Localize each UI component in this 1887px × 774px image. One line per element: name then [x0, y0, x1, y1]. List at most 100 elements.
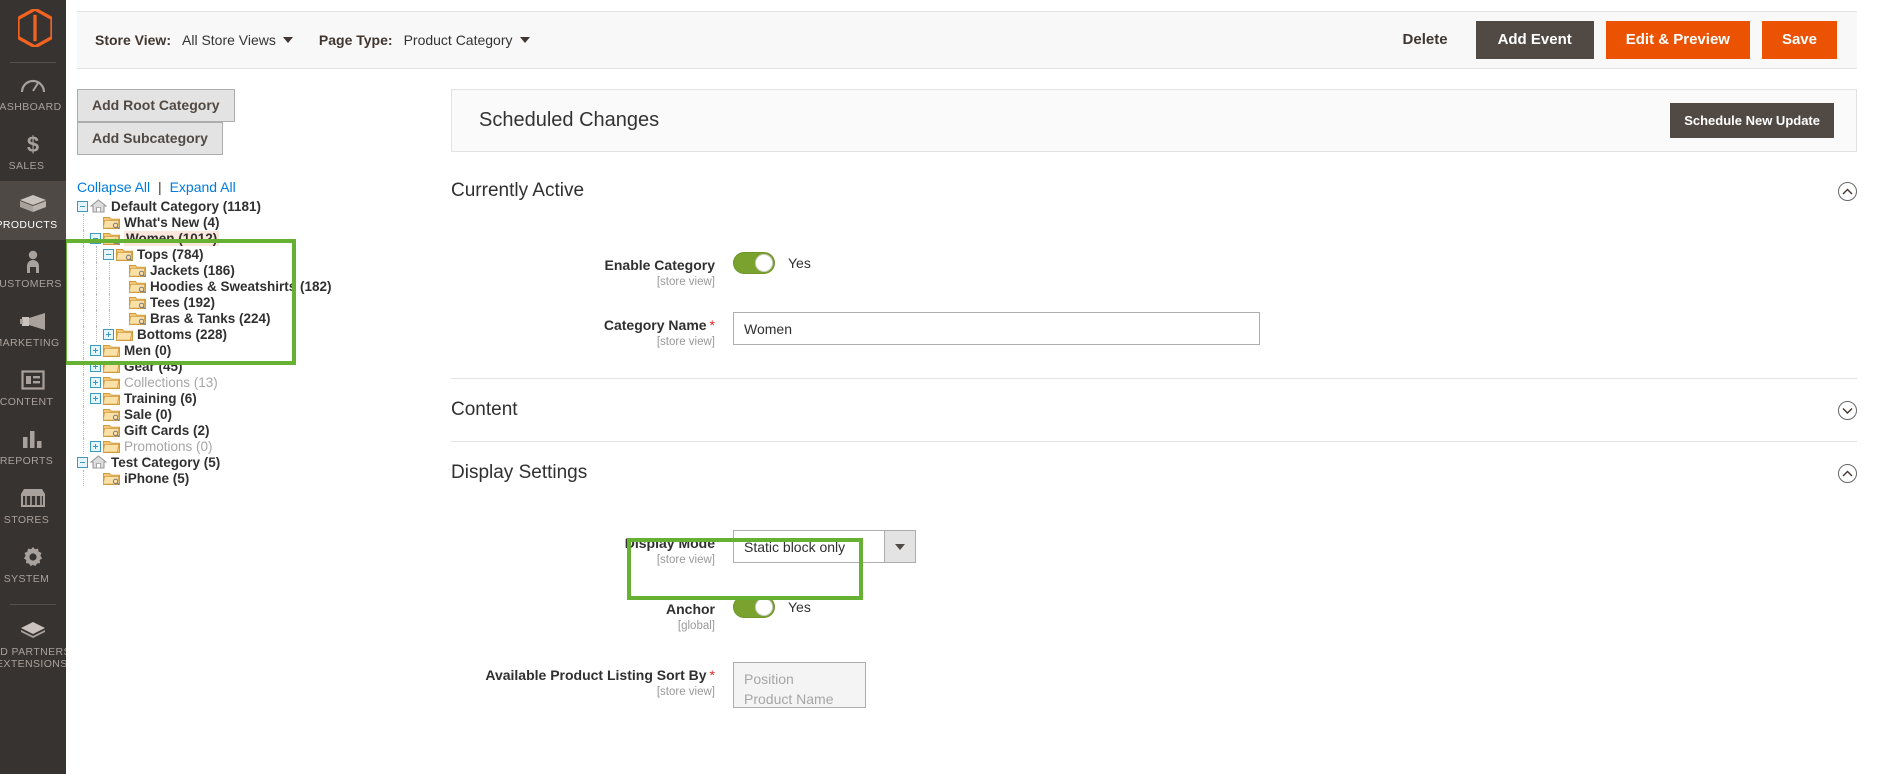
sidebar-item-content[interactable]: CONTENT	[0, 358, 66, 417]
tree-expand-icon[interactable]	[90, 376, 101, 388]
category-name-scope: [store view]	[656, 336, 715, 348]
enable-category-toggle[interactable]	[733, 252, 775, 274]
tree-node[interactable]: iPhone (5)	[77, 470, 451, 486]
tree-node-label: Test Category (5)	[111, 454, 221, 470]
sidebar-label: SYSTEM	[3, 573, 50, 585]
enable-category-label: Enable Category	[604, 257, 715, 273]
anchor-toggle[interactable]	[733, 596, 775, 618]
tree-node[interactable]: Training (6)	[77, 390, 451, 406]
sidebar-item-sales[interactable]: $ SALES	[0, 122, 66, 181]
tree-node[interactable]: Test Category (5)	[77, 454, 451, 470]
add-event-button[interactable]: Add Event	[1475, 21, 1594, 59]
tree-node[interactable]: Hoodies & Sweatshirts (182)	[77, 278, 451, 294]
chevron-down-icon[interactable]	[1838, 400, 1857, 420]
sort-by-option[interactable]: Position	[734, 669, 865, 689]
tree-node[interactable]: Jackets (186)	[77, 262, 451, 278]
tree-guide-line	[83, 438, 84, 454]
tree-node-label: Bras & Tanks (224)	[150, 310, 271, 326]
category-name-input[interactable]	[733, 312, 1260, 345]
tree-node[interactable]: Collections (13)	[77, 374, 451, 390]
sidebar-label: SALES	[8, 160, 45, 172]
field-category-name: Category Name * [store view]	[451, 312, 1857, 378]
schedule-new-update-button[interactable]: Schedule New Update	[1670, 103, 1834, 138]
tree-guide-line	[83, 422, 84, 438]
tree-node[interactable]: Bottoms (228)	[77, 326, 451, 342]
tree-node[interactable]: Promotions (0)	[77, 438, 451, 454]
tree-node[interactable]: Gear (45)	[77, 358, 451, 374]
tree-node[interactable]: What's New (4)	[77, 214, 451, 230]
tree-collapse-icon[interactable]	[103, 248, 114, 260]
save-button[interactable]: Save	[1761, 21, 1837, 59]
tree-expand-icon[interactable]	[90, 392, 101, 404]
tree-node[interactable]: Gift Cards (2)	[77, 422, 451, 438]
tree-guide-line	[96, 310, 97, 326]
tree-collapse-icon[interactable]	[77, 456, 88, 468]
tree-node[interactable]: Tees (192)	[77, 294, 451, 310]
field-anchor: Anchor [global] Yes	[451, 596, 1857, 632]
tree-node-label: Default Category (1181)	[111, 198, 262, 214]
sidebar-label: REPORTS	[0, 455, 54, 467]
content-header[interactable]: Content	[451, 379, 1857, 441]
sidebar-item-dashboard[interactable]: DASHBOARD	[0, 63, 66, 122]
store-view-label: Store View:	[95, 32, 171, 48]
sort-by-multiselect[interactable]: Position Product Name	[733, 662, 866, 708]
main-content: Store View: All Store Views Page Type: P…	[66, 0, 1887, 774]
content-columns: Add Root Category Add Subcategory Collap…	[66, 89, 1887, 708]
expand-all-link[interactable]: Expand All	[170, 179, 236, 195]
tree-guide-line	[83, 310, 84, 326]
folder-icon	[102, 359, 120, 373]
tree-collapse-icon[interactable]	[77, 200, 88, 212]
magento-logo[interactable]	[0, 0, 66, 56]
tree-node[interactable]: Men (0)	[77, 342, 451, 358]
tree-collapse-icon[interactable]	[90, 232, 101, 244]
section-title: Display Settings	[451, 462, 588, 483]
tree-node-label: Hoodies & Sweatshirts (182)	[150, 278, 332, 294]
sidebar-item-products[interactable]: PRODUCTS	[0, 181, 66, 240]
chevron-up-icon[interactable]	[1838, 181, 1857, 201]
edit-preview-button[interactable]: Edit & Preview	[1605, 21, 1750, 59]
tree-node[interactable]: Default Category (1181)	[77, 198, 451, 214]
tree-node-label: Women (1012)	[124, 230, 220, 246]
store-view-switcher[interactable]: Store View: All Store Views	[95, 32, 293, 48]
chevron-down-icon[interactable]	[884, 530, 916, 563]
chevron-up-icon[interactable]	[1838, 463, 1857, 483]
sidebar-item-find-partners-extensions[interactable]: FIND PARTNERS & EXTENSIONS	[0, 605, 66, 679]
tree-node-label: iPhone (5)	[124, 470, 190, 486]
tree-guide-line	[83, 470, 84, 486]
tree-expand-icon[interactable]	[90, 344, 101, 356]
collapse-all-link[interactable]: Collapse All	[77, 179, 150, 195]
folder-icon	[102, 391, 120, 405]
sidebar-item-system[interactable]: SYSTEM	[0, 535, 66, 594]
sidebar-item-reports[interactable]: REPORTS	[0, 417, 66, 476]
tree-guide-line	[109, 278, 110, 294]
display-settings-header[interactable]: Display Settings	[451, 442, 1857, 504]
currently-active-header[interactable]: Currently Active	[451, 152, 1857, 216]
tree-expand-icon[interactable]	[90, 360, 101, 372]
tree-node[interactable]: Sale (0)	[77, 406, 451, 422]
tree-guide-line	[83, 262, 84, 278]
sidebar-label: PRODUCTS	[0, 219, 58, 231]
sidebar-item-marketing[interactable]: MARKETING	[0, 299, 66, 358]
sidebar-item-customers[interactable]: CUSTOMERS	[0, 240, 66, 299]
tree-node[interactable]: Tops (784)	[77, 246, 451, 262]
display-mode-select[interactable]: Static block only	[733, 530, 916, 563]
tree-expand-icon[interactable]	[90, 440, 101, 452]
add-subcategory-button[interactable]: Add Subcategory	[77, 122, 223, 155]
sidebar-label-line2: & EXTENSIONS	[0, 658, 66, 670]
sidebar-label: CONTENT	[0, 396, 54, 408]
category-form-panel: Scheduled Changes Schedule New Update Cu…	[451, 89, 1887, 708]
page-type-switcher[interactable]: Page Type: Product Category	[319, 32, 530, 48]
tree-node[interactable]: Women (1012)	[77, 230, 451, 246]
tree-node-label: Sale (0)	[124, 406, 173, 422]
sort-by-option[interactable]: Product Name	[734, 689, 865, 707]
layout-icon	[21, 367, 45, 393]
folder-icon	[115, 247, 133, 262]
tree-node[interactable]: Bras & Tanks (224)	[77, 310, 451, 326]
sidebar-item-stores[interactable]: STORES	[0, 476, 66, 535]
tree-guide-line	[83, 406, 84, 422]
add-root-category-button[interactable]: Add Root Category	[77, 89, 235, 122]
store-view-value: All Store Views	[182, 32, 276, 48]
tree-expand-icon[interactable]	[103, 328, 114, 340]
enable-category-value: Yes	[788, 255, 811, 271]
delete-button[interactable]: Delete	[1389, 22, 1462, 58]
